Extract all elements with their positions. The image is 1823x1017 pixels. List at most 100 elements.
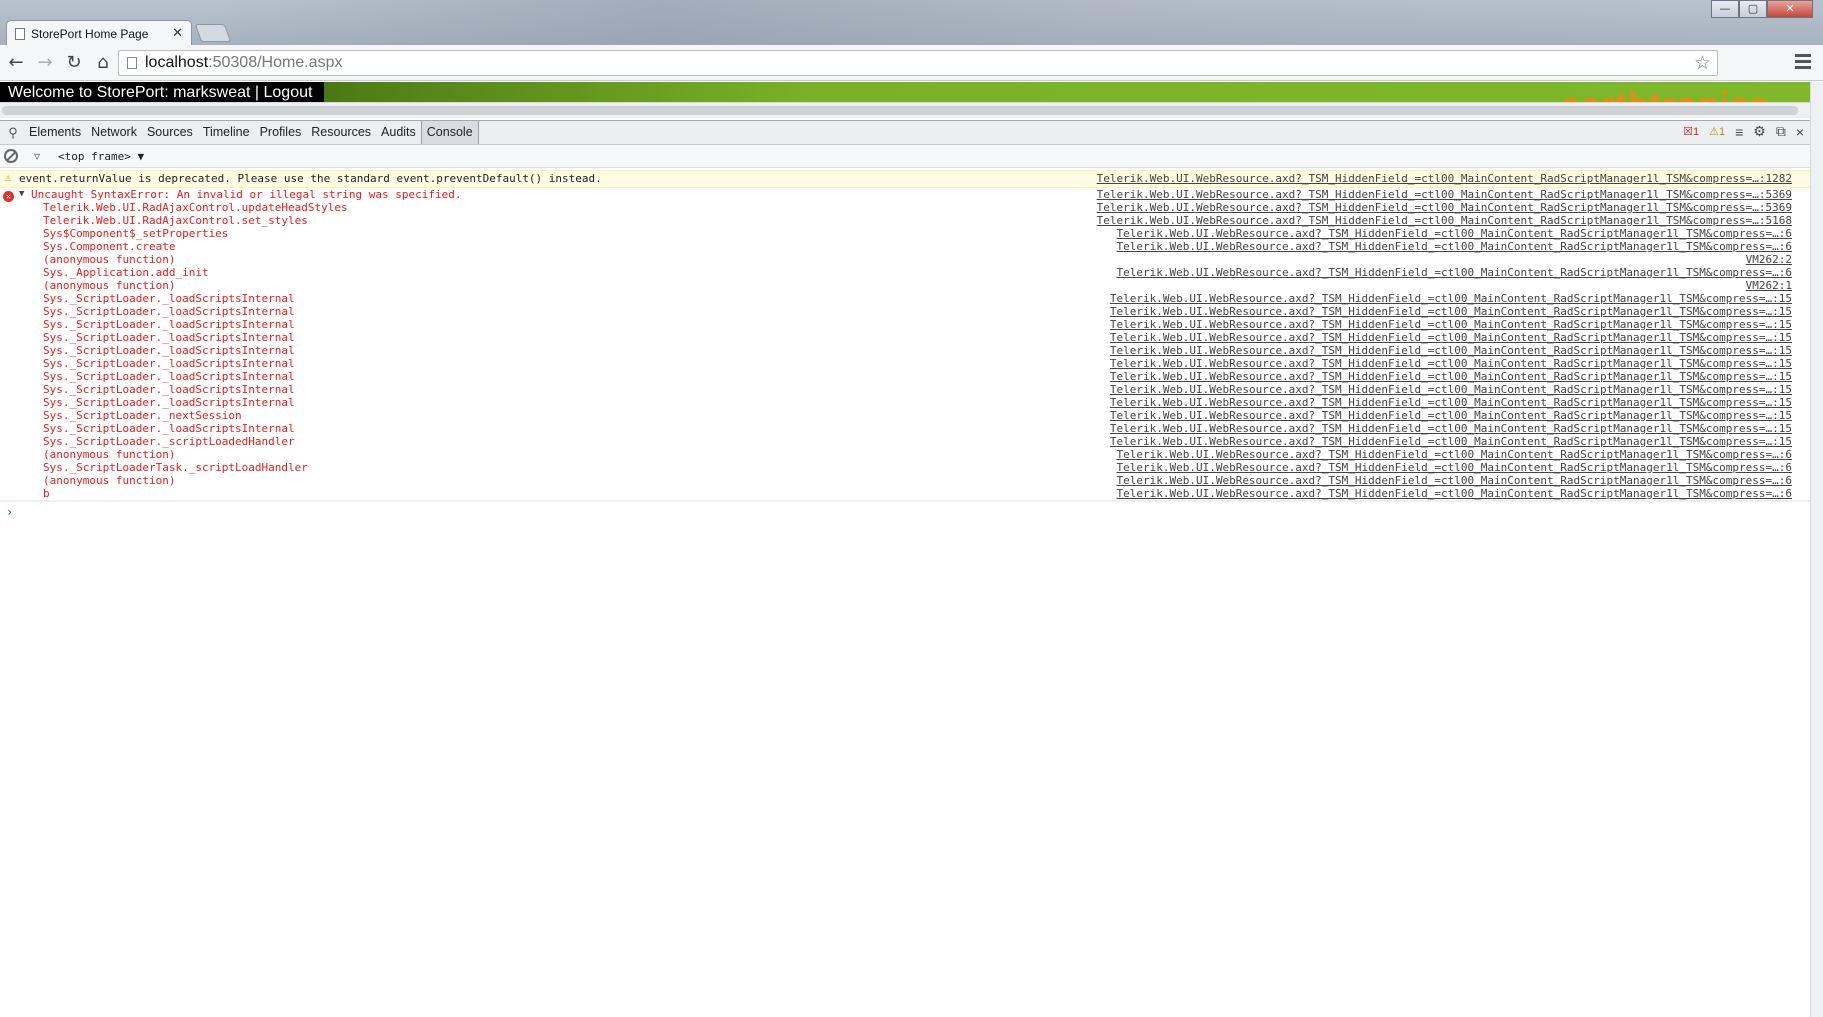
stack-frame: Sys._ScriptLoader._loadScriptsInternal Te…: [0, 305, 1810, 318]
stack-frame-source-link[interactable]: Telerik.Web.UI.WebResource.axd?_TSM_Hidd…: [1116, 461, 1792, 474]
tab-sources[interactable]: Sources: [142, 121, 198, 144]
tab-network[interactable]: Network: [86, 121, 142, 144]
star-icon[interactable]: ☆: [1694, 52, 1711, 74]
error-count-badge[interactable]: ☒1: [1683, 125, 1699, 138]
stack-frame-function: Sys._ScriptLoader._scriptLoadedHandler: [43, 435, 295, 448]
tab-timeline[interactable]: Timeline: [198, 121, 255, 144]
page-info-icon[interactable]: [127, 57, 137, 69]
hamburger-menu-icon[interactable]: [1795, 54, 1811, 72]
browser-titlebar: StorePort Home Page ✕ — ▢ ✕: [0, 0, 1823, 46]
brand-logo: earthtronics: [1562, 88, 1771, 102]
tab-close-icon[interactable]: ✕: [172, 26, 183, 41]
stack-frame-source-link[interactable]: Telerik.Web.UI.WebResource.axd?_TSM_Hidd…: [1110, 409, 1792, 422]
error-source-link[interactable]: Telerik.Web.UI.WebResource.axd?_TSM_Hidd…: [1097, 188, 1792, 201]
stack-frame-source-link[interactable]: Telerik.Web.UI.WebResource.axd?_TSM_Hidd…: [1116, 487, 1792, 500]
warning-count-badge[interactable]: ⚠1: [1709, 125, 1725, 138]
browser-tab[interactable]: StorePort Home Page ✕: [6, 20, 192, 46]
error-text[interactable]: Uncaught SyntaxError: An invalid or ille…: [31, 188, 461, 201]
minimize-button[interactable]: —: [1711, 0, 1739, 18]
devtools-tab-bar: ⚲ Elements Network Sources Timeline Prof…: [0, 120, 1810, 145]
stack-frame-source-link[interactable]: VM262:2: [1746, 253, 1792, 266]
stack-frame-source-link[interactable]: Telerik.Web.UI.WebResource.axd?_TSM_Hidd…: [1110, 292, 1792, 305]
back-arrow-icon[interactable]: ←: [3, 50, 29, 76]
tab-audits[interactable]: Audits: [376, 121, 421, 144]
stack-frame-source-link[interactable]: Telerik.Web.UI.WebResource.axd?_TSM_Hidd…: [1110, 396, 1792, 409]
tab-elements[interactable]: Elements: [24, 121, 86, 144]
stack-frame: (anonymous function) Telerik.Web.UI.WebRe…: [0, 448, 1810, 461]
stack-frame-source-link[interactable]: Telerik.Web.UI.WebResource.axd?_TSM_Hidd…: [1110, 331, 1792, 344]
stack-frame-source-link[interactable]: VM262:1: [1746, 279, 1792, 292]
console-error-message: ✕ ▼ Uncaught SyntaxError: An invalid or …: [0, 188, 1810, 501]
stack-frame: Sys$Component$_setProperties Telerik.Web.…: [0, 227, 1810, 240]
tab-resources[interactable]: Resources: [306, 121, 376, 144]
stack-frame: (anonymous function) VM262:2: [0, 253, 1810, 266]
console-output: ⚠ event.returnValue is deprecated. Pleas…: [0, 170, 1810, 521]
url-path: :50308/Home.aspx: [208, 54, 343, 71]
tab-profiles[interactable]: Profiles: [255, 121, 307, 144]
stack-frame: Sys._ScriptLoader._loadScriptsInternal Te…: [0, 396, 1810, 409]
address-bar[interactable]: localhost:50308/Home.aspx ☆: [118, 50, 1718, 76]
stack-frame-source-link[interactable]: Telerik.Web.UI.WebResource.axd?_TSM_Hidd…: [1110, 422, 1792, 435]
warning-text: event.returnValue is deprecated. Please …: [19, 172, 602, 185]
stack-frame: Sys._ScriptLoader._loadScriptsInternal Te…: [0, 318, 1810, 331]
dock-icon[interactable]: ⧉: [1776, 123, 1786, 140]
console-prompt[interactable]: ›: [0, 501, 1810, 521]
page-header-banner: Welcome to StorePort: marksweat | Logout…: [0, 82, 1810, 102]
stack-frame-source-link[interactable]: Telerik.Web.UI.WebResource.axd?_TSM_Hidd…: [1110, 357, 1792, 370]
stack-frame-source-link[interactable]: Telerik.Web.UI.WebResource.axd?_TSM_Hidd…: [1110, 370, 1792, 383]
home-icon[interactable]: ⌂: [90, 50, 116, 76]
stack-frame-source-link[interactable]: Telerik.Web.UI.WebResource.axd?_TSM_Hidd…: [1110, 305, 1792, 318]
search-icon[interactable]: ⚲: [2, 125, 24, 141]
stack-frame-source-link[interactable]: Telerik.Web.UI.WebResource.axd?_TSM_Hidd…: [1116, 266, 1792, 279]
gear-icon[interactable]: ⚙: [1753, 123, 1766, 140]
scrollbar-thumb[interactable]: [2, 106, 1798, 115]
stack-frame: Telerik.Web.UI.RadAjaxControl.updateHead…: [0, 201, 1810, 214]
reload-icon[interactable]: ↻: [61, 50, 87, 76]
filter-icon[interactable]: ▿: [34, 149, 40, 163]
stack-frame-function: (anonymous function): [43, 253, 176, 266]
error-count: 1: [1692, 126, 1700, 138]
stack-frame: (anonymous function) Telerik.Web.UI.WebRe…: [0, 474, 1810, 487]
tab-title: StorePort Home Page: [31, 26, 149, 41]
stack-frame-function: Sys._ScriptLoader._loadScriptsInternal: [43, 305, 295, 318]
stack-frame-source-link[interactable]: Telerik.Web.UI.WebResource.axd?_TSM_Hidd…: [1116, 227, 1792, 240]
tab-console[interactable]: Console: [420, 121, 479, 144]
stack-frame-source-link[interactable]: Telerik.Web.UI.WebResource.axd?_TSM_Hidd…: [1110, 344, 1792, 357]
warning-source-link[interactable]: Telerik.Web.UI.WebResource.axd?_TSM_Hidd…: [1097, 171, 1792, 187]
window-close-button[interactable]: ✕: [1767, 0, 1813, 18]
stack-frame-function: Telerik.Web.UI.RadAjaxControl.updateHead…: [43, 201, 348, 214]
frame-select[interactable]: <top frame> ▼: [58, 150, 144, 163]
expand-triangle-icon[interactable]: ▼: [19, 188, 24, 201]
stack-frame-function: Sys$Component$_setProperties: [43, 227, 229, 240]
close-icon[interactable]: ×: [1796, 124, 1804, 140]
stack-frame: b Telerik.Web.UI.WebResource.axd?_TSM_Hid…: [0, 487, 1810, 500]
browser-toolbar: ← → ↻ ⌂ localhost:50308/Home.aspx ☆: [0, 45, 1823, 81]
stack-frame-source-link[interactable]: Telerik.Web.UI.WebResource.axd?_TSM_Hidd…: [1110, 383, 1792, 396]
stack-frame: Sys._ScriptLoader._loadScriptsInternal Te…: [0, 357, 1810, 370]
maximize-button[interactable]: ▢: [1739, 0, 1767, 18]
stack-frame-function: Sys._ScriptLoader._loadScriptsInternal: [43, 318, 295, 331]
page-icon: [15, 27, 25, 40]
stack-frame-source-link[interactable]: Telerik.Web.UI.WebResource.axd?_TSM_Hidd…: [1097, 201, 1792, 214]
welcome-text[interactable]: Welcome to StorePort: marksweat | Logout: [0, 82, 325, 102]
stack-frame-source-link[interactable]: Telerik.Web.UI.WebResource.axd?_TSM_Hidd…: [1097, 214, 1792, 227]
new-tab-button[interactable]: [194, 24, 232, 42]
stack-frame-source-link[interactable]: Telerik.Web.UI.WebResource.axd?_TSM_Hidd…: [1110, 318, 1792, 331]
page-horizontal-scrollbar[interactable]: [0, 102, 1810, 118]
stack-frame: Sys._ScriptLoader._loadScriptsInternal Te…: [0, 344, 1810, 357]
stack-frame-source-link[interactable]: Telerik.Web.UI.WebResource.axd?_TSM_Hidd…: [1116, 240, 1792, 253]
devtools-status-area: ☒1 ⚠1 ≡ ⚙ ⧉ ×: [1683, 123, 1804, 140]
stack-frame-source-link[interactable]: Telerik.Web.UI.WebResource.axd?_TSM_Hidd…: [1116, 474, 1792, 487]
stack-frame-source-link[interactable]: Telerik.Web.UI.WebResource.axd?_TSM_Hidd…: [1116, 448, 1792, 461]
stack-frame-function: Sys._ScriptLoader._loadScriptsInternal: [43, 357, 295, 370]
url-host: localhost: [145, 54, 209, 71]
console-drawer-icon[interactable]: ≡: [1735, 124, 1743, 140]
page-vertical-scrollbar[interactable]: [1810, 82, 1823, 1017]
warning-icon: ⚠: [4, 171, 12, 184]
clear-console-icon[interactable]: [4, 149, 18, 163]
forward-arrow-icon[interactable]: →: [32, 50, 58, 76]
titlebar-background: [210, 0, 1710, 45]
stack-frame-source-link[interactable]: Telerik.Web.UI.WebResource.axd?_TSM_Hidd…: [1110, 435, 1792, 448]
error-line: ✕ ▼ Uncaught SyntaxError: An invalid or …: [0, 188, 1810, 202]
stack-frame-function: Sys._ScriptLoader._loadScriptsInternal: [43, 396, 295, 409]
